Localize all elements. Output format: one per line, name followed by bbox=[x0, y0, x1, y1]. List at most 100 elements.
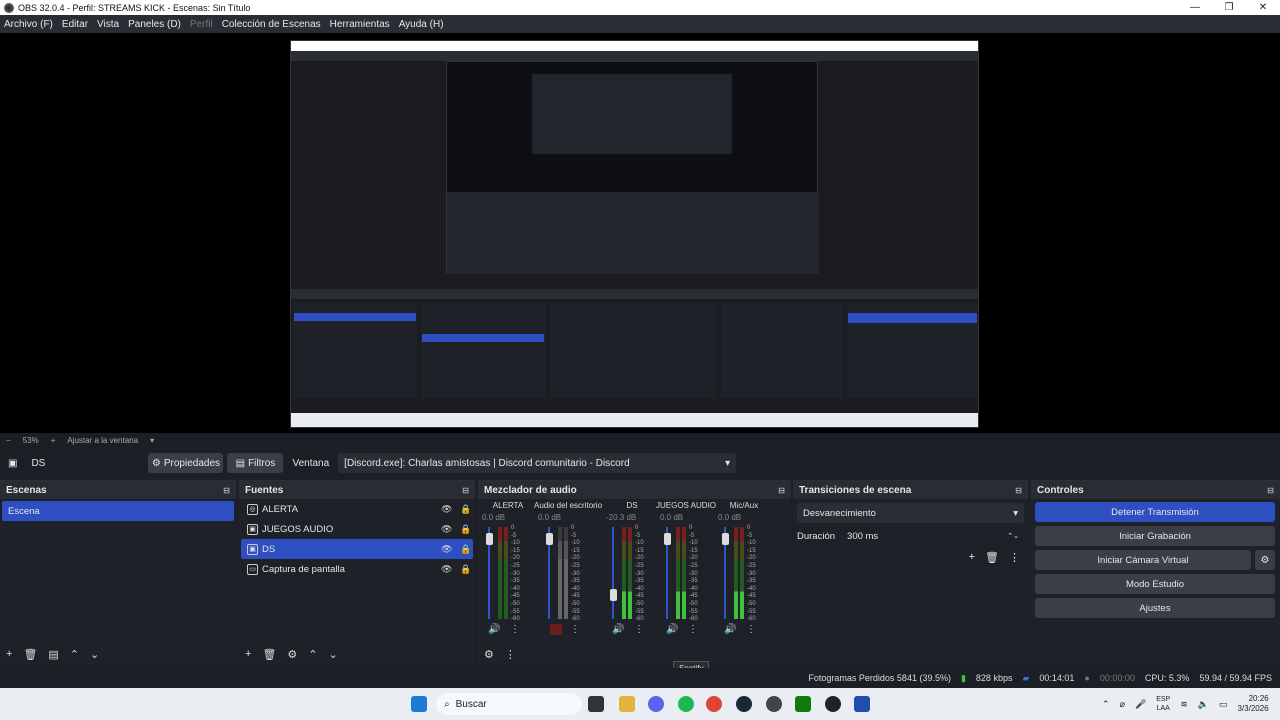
settings-button[interactable]: Ajustes bbox=[1035, 598, 1275, 618]
add-icon[interactable]: + bbox=[245, 648, 251, 661]
network-icon[interactable]: ⌀ bbox=[1120, 699, 1125, 710]
menu-paneles[interactable]: Paneles (D) bbox=[128, 19, 181, 30]
more-icon[interactable]: ⋮ bbox=[1009, 551, 1020, 564]
menu-vista[interactable]: Vista bbox=[97, 19, 119, 30]
zoom-fit[interactable]: Ajustar a la ventana bbox=[67, 436, 138, 445]
obs-logo-icon bbox=[4, 2, 14, 13]
studio-mode-button[interactable]: Modo Estudio bbox=[1035, 574, 1275, 594]
dock-icon[interactable]: ⊟ bbox=[223, 486, 230, 495]
gear-icon[interactable]: ⚙ bbox=[484, 648, 494, 661]
lock-icon[interactable]: 🔒 bbox=[460, 564, 471, 575]
filter-icon[interactable]: ▤ bbox=[48, 648, 58, 661]
stop-streaming-button[interactable]: Detener Transmisión bbox=[1035, 502, 1275, 522]
muted-speaker-icon[interactable] bbox=[550, 624, 562, 635]
transition-select[interactable]: Desvanecimiento ▾ bbox=[797, 503, 1024, 523]
eye-icon[interactable]: 👁 bbox=[441, 564, 452, 575]
slider-knob[interactable] bbox=[722, 533, 729, 545]
filter-icon: ▤ bbox=[235, 457, 246, 469]
eye-icon[interactable]: 👁 bbox=[441, 524, 452, 535]
chevron-up-icon[interactable]: ⌃ bbox=[1102, 699, 1110, 710]
preview-canvas[interactable] bbox=[0, 33, 1280, 433]
language-indicator[interactable]: ESP LAA bbox=[1156, 695, 1170, 713]
discord-icon[interactable] bbox=[648, 696, 664, 712]
eye-icon[interactable]: 👁 bbox=[441, 504, 452, 515]
add-icon[interactable]: + bbox=[6, 648, 12, 661]
dock-icon[interactable]: ⊟ bbox=[1015, 486, 1022, 495]
zoom-dropdown-icon[interactable]: ▾ bbox=[150, 436, 154, 445]
eye-icon[interactable]: 👁 bbox=[441, 544, 452, 555]
more-icon[interactable]: ⋮ bbox=[688, 624, 698, 635]
zoom-out-icon[interactable]: − bbox=[6, 436, 11, 445]
xbox-icon[interactable] bbox=[795, 696, 811, 712]
slider-knob[interactable] bbox=[610, 589, 617, 601]
window-select[interactable]: [Discord.exe]: Charlas amistosas | Disco… bbox=[338, 453, 737, 473]
duration-input[interactable]: 300 ms ⌃⌄ bbox=[843, 527, 1024, 545]
gear-icon[interactable]: ⚙ bbox=[287, 648, 297, 661]
virtual-camera-settings-button[interactable]: ⚙ bbox=[1255, 550, 1275, 570]
source-item[interactable]: ▣ JUEGOS AUDIO 👁 🔒 bbox=[241, 519, 473, 539]
game-icon[interactable] bbox=[854, 696, 870, 712]
file-explorer-icon[interactable] bbox=[619, 696, 635, 712]
battery-icon[interactable]: ▭ bbox=[1219, 699, 1228, 710]
dock-icon[interactable]: ⊟ bbox=[778, 486, 785, 495]
taskbar-search[interactable]: ⌕ Buscar bbox=[436, 693, 582, 715]
volume-slider[interactable] bbox=[612, 527, 614, 619]
menu-perfil[interactable]: Perfil bbox=[190, 19, 213, 30]
menu-coleccion[interactable]: Colección de Escenas bbox=[222, 19, 321, 30]
dock-icon[interactable]: ⊟ bbox=[1267, 486, 1274, 495]
filters-button[interactable]: ▤ Filtros bbox=[227, 453, 284, 473]
more-icon[interactable]: ⋮ bbox=[746, 624, 756, 635]
chrome-icon[interactable] bbox=[706, 696, 722, 712]
speaker-icon[interactable]: 🔊 bbox=[724, 624, 736, 635]
source-item[interactable]: ◎ ALERTA 👁 🔒 bbox=[241, 499, 473, 519]
maximize-icon[interactable]: ❐ bbox=[1212, 0, 1246, 15]
close-icon[interactable]: ✕ bbox=[1246, 0, 1280, 15]
arrow-up-icon[interactable]: ⌃ bbox=[308, 648, 317, 661]
add-icon[interactable]: + bbox=[969, 551, 975, 564]
arrow-up-icon[interactable]: ⌃ bbox=[70, 648, 79, 661]
zoom-in-icon[interactable]: + bbox=[51, 436, 56, 445]
obs-icon[interactable] bbox=[825, 696, 841, 712]
speaker-icon[interactable]: 🔊 bbox=[612, 624, 624, 635]
channel-name: Audio del escritorio bbox=[534, 501, 602, 510]
microphone-icon[interactable]: 🎤 bbox=[1135, 699, 1146, 710]
wifi-icon[interactable]: ≋ bbox=[1180, 699, 1188, 710]
arrow-down-icon[interactable]: ⌄ bbox=[90, 648, 99, 661]
slider-knob[interactable] bbox=[486, 533, 493, 545]
more-icon[interactable]: ⋮ bbox=[570, 624, 580, 635]
lock-icon[interactable]: 🔒 bbox=[460, 504, 471, 515]
more-icon[interactable]: ⋮ bbox=[510, 624, 520, 635]
task-view-icon[interactable] bbox=[588, 696, 604, 712]
more-icon[interactable]: ⋮ bbox=[634, 624, 644, 635]
dock-icon[interactable]: ⊟ bbox=[462, 486, 469, 495]
arrow-down-icon[interactable]: ⌄ bbox=[329, 648, 338, 661]
windows-start-icon[interactable] bbox=[411, 696, 427, 712]
speaker-icon[interactable]: 🔊 bbox=[488, 624, 500, 635]
source-item[interactable]: ▭ Captura de pantalla 👁 🔒 bbox=[241, 559, 473, 579]
start-recording-button[interactable]: Iniciar Grabación bbox=[1035, 526, 1275, 546]
lock-icon[interactable]: 🔒 bbox=[460, 524, 471, 535]
trash-icon[interactable]: 🗑 bbox=[262, 648, 276, 661]
clock[interactable]: 20:26 3/3/2026 bbox=[1237, 694, 1268, 714]
menu-herramientas[interactable]: Herramientas bbox=[330, 19, 390, 30]
app-icon[interactable] bbox=[766, 696, 782, 712]
lock-icon[interactable]: 🔒 bbox=[460, 544, 471, 555]
trash-icon[interactable]: 🗑 bbox=[985, 551, 999, 564]
source-item[interactable]: ▣ DS 👁 🔒 bbox=[241, 539, 473, 559]
more-icon[interactable]: ⋮ bbox=[505, 648, 516, 661]
menu-archivo[interactable]: Archivo (F) bbox=[4, 19, 53, 30]
spotify-icon[interactable] bbox=[678, 696, 694, 712]
minimize-icon[interactable]: — bbox=[1178, 0, 1212, 15]
spinner-icon[interactable]: ⌃⌄ bbox=[1007, 532, 1019, 540]
volume-icon[interactable]: 🔈 bbox=[1198, 699, 1209, 710]
menu-editar[interactable]: Editar bbox=[62, 19, 88, 30]
scene-item[interactable]: Escena bbox=[2, 501, 234, 521]
menu-ayuda[interactable]: Ayuda (H) bbox=[399, 19, 444, 30]
steam-icon[interactable] bbox=[736, 696, 752, 712]
virtual-camera-button[interactable]: Iniciar Cámara Virtual bbox=[1035, 550, 1251, 570]
slider-knob[interactable] bbox=[546, 533, 553, 545]
slider-knob[interactable] bbox=[664, 533, 671, 545]
speaker-icon[interactable]: 🔊 bbox=[666, 624, 678, 635]
trash-icon[interactable]: 🗑 bbox=[23, 648, 37, 661]
properties-button[interactable]: ⚙ Propiedades bbox=[148, 453, 224, 473]
